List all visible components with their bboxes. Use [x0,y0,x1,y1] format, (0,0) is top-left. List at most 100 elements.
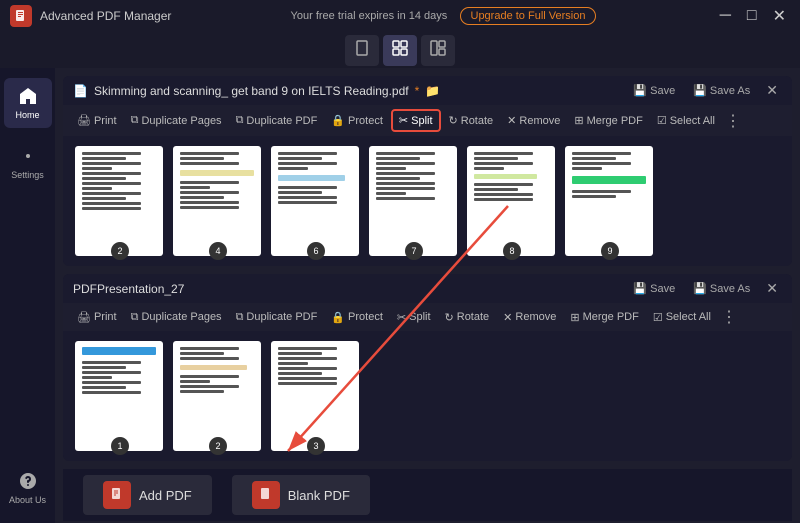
pdf1-rotate-btn[interactable]: ↻ Rotate [443,111,500,130]
pdf1-page-7[interactable]: 7 [369,146,459,256]
pdf2-page-2-num: 2 [209,437,227,455]
view-split-btn[interactable] [421,35,455,66]
pdf1-print-btn[interactable]: 🖨 Print [71,111,123,130]
sidebar-item-home[interactable]: Home [4,78,52,128]
blank-pdf-icon [252,481,280,509]
pdf1-page-2[interactable]: 2 [75,146,165,256]
sidebar: Home Settings About Us [0,68,55,523]
pdf2-split-btn[interactable]: ✂ Split [391,308,437,327]
titlebar-controls: ─ □ ✕ [716,6,790,26]
pdf2-page-3-img [271,341,359,451]
view-single-btn[interactable] [345,35,379,66]
bottom-bar: Add PDF Blank PDF [63,469,792,521]
pdf2-page-1-img [75,341,163,451]
save-as-icon2: 💾 [693,282,707,295]
remove-icon2: ✕ [503,311,512,324]
pdf1-page-2-img [75,146,163,256]
pdf1-save-as-btn[interactable]: 💾 Save As [687,82,756,99]
pdf2-title: PDFPresentation_27 [73,282,184,296]
pdf2-page-3[interactable]: 3 [271,341,361,451]
save-as-icon: 💾 [693,84,707,97]
add-pdf-icon [103,481,131,509]
pdf-sections-wrapper: 📄 Skimming and scanning_ get band 9 on I… [63,76,792,461]
pdf1-title-icon: 📄 [73,84,88,98]
pdf2-print-btn[interactable]: 🖨 Print [71,308,123,327]
pdf2-actions: 💾 Save 💾 Save As ✕ [627,280,782,297]
pdf2-pages-grid: 1 2 [63,331,792,461]
pdf1-header: 📄 Skimming and scanning_ get band 9 on I… [63,76,792,105]
titlebar: Advanced PDF Manager Your free trial exp… [0,0,800,32]
split-icon2: ✂ [397,311,406,324]
remove-icon: ✕ [507,114,516,127]
pdf1-section: 📄 Skimming and scanning_ get band 9 on I… [63,76,792,266]
pdf1-remove-btn[interactable]: ✕ Remove [501,111,566,130]
pdf1-toolbar-more[interactable]: ⋮ [725,111,741,131]
sidebar-item-settings[interactable]: Settings [4,138,52,188]
pdf2-protect-btn[interactable]: 🔒 Protect [325,308,389,327]
pdf2-page-1-num: 1 [111,437,129,455]
pdf2-dup-pdf-btn[interactable]: ⧉ Duplicate PDF [230,308,324,327]
pdf1-page-4[interactable]: 4 [173,146,263,256]
pdf2-rotate-btn[interactable]: ↻ Rotate [439,308,496,327]
pdf2-section: PDFPresentation_27 💾 Save 💾 Save As ✕ [63,274,792,461]
dup-pages-icon: ⧉ [131,114,139,127]
pdf1-page-6-img [271,146,359,256]
pdf1-select-all-btn[interactable]: ☑ Select All [651,111,721,130]
blank-pdf-btn[interactable]: Blank PDF [232,475,370,515]
save-icon2: 💾 [633,282,647,295]
merge-icon2: ⊞ [570,311,579,324]
pdf2-page-2[interactable]: 2 [173,341,263,451]
protect-icon2: 🔒 [331,311,345,324]
pdf2-save-btn[interactable]: 💾 Save [627,280,681,297]
pdf1-save-btn[interactable]: 💾 Save [627,82,681,99]
pdf1-page-9-img [565,146,653,256]
maximize-button[interactable]: □ [743,7,761,25]
pdf2-page-3-num: 3 [307,437,325,455]
pdf2-select-all-btn[interactable]: ☑ Select All [647,308,717,327]
pdf1-dup-pages-btn[interactable]: ⧉ Duplicate Pages [125,111,228,130]
pdf1-page-6[interactable]: 6 [271,146,361,256]
protect-icon: 🔒 [331,114,345,127]
content-area: 📄 Skimming and scanning_ get band 9 on I… [55,68,800,523]
print-icon: 🖨 [77,114,91,127]
close-button[interactable]: ✕ [769,6,790,26]
save-icon: 💾 [633,84,647,97]
pdf1-page-8[interactable]: 8 [467,146,557,256]
pdf2-toolbar: 🖨 Print ⧉ Duplicate Pages ⧉ Duplicate PD… [63,303,792,331]
minimize-button[interactable]: ─ [716,7,735,25]
pdf1-page-2-num: 2 [111,242,129,260]
pdf2-close-btn[interactable]: ✕ [762,280,782,297]
dup-pdf-icon2: ⧉ [236,311,244,324]
pdf1-dup-pdf-btn[interactable]: ⧉ Duplicate PDF [230,111,324,130]
select-all-icon: ☑ [657,114,667,127]
pdf1-merge-btn[interactable]: ⊞ Merge PDF [568,111,648,130]
pdf2-dup-pages-btn[interactable]: ⧉ Duplicate Pages [125,308,228,327]
pdf1-folder-icon: 📁 [425,84,440,98]
pdf2-merge-btn[interactable]: ⊞ Merge PDF [564,308,644,327]
titlebar-left: Advanced PDF Manager [10,5,171,27]
view-grid-btn[interactable] [383,35,417,66]
print-icon2: 🖨 [77,311,91,324]
pdf1-close-btn[interactable]: ✕ [762,82,782,99]
upgrade-button[interactable]: Upgrade to Full Version [460,7,597,25]
pdf1-split-btn[interactable]: ✂ Split [391,109,441,132]
merge-icon: ⊞ [574,114,583,127]
rotate-icon2: ↻ [445,311,454,324]
pdf1-toolbar: 🖨 Print ⧉ Duplicate Pages ⧉ Duplicate PD… [63,105,792,136]
pdf2-toolbar-more[interactable]: ⋮ [721,307,737,327]
pdf1-page-8-img [467,146,555,256]
pdf2-page-1[interactable]: 1 [75,341,165,451]
add-pdf-btn[interactable]: Add PDF [83,475,212,515]
pdf2-save-as-btn[interactable]: 💾 Save As [687,280,756,297]
dup-pdf-icon: ⧉ [236,114,244,127]
pdf1-page-7-num: 7 [405,242,423,260]
pdf2-remove-btn[interactable]: ✕ Remove [497,308,562,327]
pdf1-page-9-num: 9 [601,242,619,260]
pdf1-page-9[interactable]: 9 [565,146,655,256]
pdf1-pages-grid: 2 [63,136,792,266]
pdf1-page-6-num: 6 [307,242,325,260]
pdf1-actions: 💾 Save 💾 Save As ✕ [627,82,782,99]
sidebar-item-about[interactable]: About Us [4,463,52,513]
pdf1-protect-btn[interactable]: 🔒 Protect [325,111,389,130]
trial-notice: Your free trial expires in 14 days Upgra… [291,7,597,25]
